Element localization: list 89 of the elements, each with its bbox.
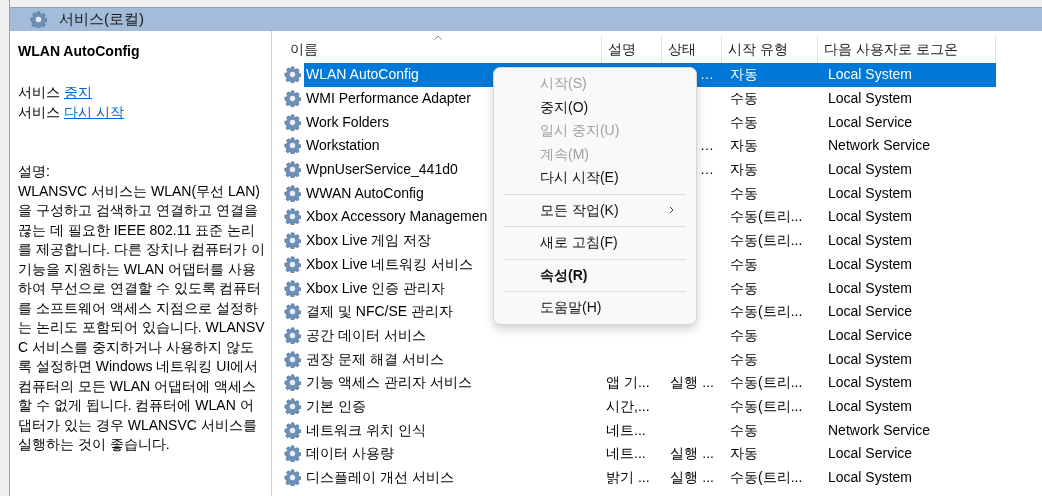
- startup-type-cell-text: 자동: [730, 160, 758, 180]
- menu-item[interactable]: 새로 고침(F): [498, 231, 692, 255]
- logon-cell-text: Local Service: [828, 302, 913, 322]
- gear-icon: [284, 445, 301, 463]
- gear-icon: [284, 232, 301, 250]
- startup-type-cell-text: 수동(트리...: [730, 468, 803, 488]
- service-name-cell[interactable]: 디스플레이 개선 서비스: [304, 465, 602, 490]
- description-cell-text: 시간,...: [606, 396, 650, 416]
- header-title: 서비스(로컬): [59, 9, 144, 30]
- action-label: 서비스: [18, 83, 60, 102]
- startup-type-cell-text: 수동(트리...: [730, 231, 803, 251]
- menu-item[interactable]: 다시 시작(E): [498, 166, 692, 190]
- startup-type-cell-text: 수동: [730, 89, 758, 109]
- startup-type-cell-text: 수동: [730, 278, 758, 298]
- startup-type-cell-text: 수동(트리...: [730, 396, 803, 416]
- description-cell-text: 네트...: [606, 444, 646, 464]
- service-name-cell[interactable]: 기능 액세스 관리자 서비스: [304, 370, 602, 395]
- logon-cell-text: Local Service: [828, 325, 913, 345]
- startup-type-cell-text: 수동(트리...: [730, 373, 803, 393]
- menu-item[interactable]: 모든 작업(K): [498, 198, 692, 222]
- logon-cell-text: Local System: [828, 207, 913, 227]
- action-label: 서비스: [18, 103, 60, 122]
- logon-cell-text: Network Service: [828, 136, 930, 156]
- status-cell-text: 실행 ...: [670, 468, 714, 488]
- logon-cell-text: Local System: [828, 65, 913, 85]
- gear-icon: [284, 326, 301, 344]
- startup-type-cell-text: 수동: [730, 254, 758, 274]
- service-name-cell[interactable]: 기본 인증: [304, 394, 602, 419]
- description-cell-text: 밝기 ...: [606, 468, 650, 488]
- logon-cell-text: Local System: [828, 373, 913, 393]
- sort-icon: [434, 35, 442, 40]
- service-name-cell[interactable]: 네트워크 위치 인식: [304, 418, 602, 442]
- gear-icon: [284, 374, 301, 392]
- startup-type-cell-text: 수동: [730, 349, 758, 369]
- logon-cell-text: Local System: [828, 468, 913, 488]
- gear-icon: [284, 113, 301, 131]
- menu-item[interactable]: 도움말(H): [498, 296, 692, 320]
- logon-cell-text: Network Service: [828, 420, 930, 440]
- status-cell-text: …: [700, 136, 714, 156]
- startup-type-cell-text: 자동: [730, 444, 758, 464]
- startup-type-cell-text: 수동(트리...: [730, 207, 803, 227]
- service-name-cell[interactable]: 권장 문제 해결 서비스: [304, 347, 602, 371]
- gear-icon: [284, 184, 301, 202]
- startup-type-cell-text: 수동: [730, 183, 758, 203]
- gear-icon: [284, 66, 301, 84]
- gear-icon: [284, 208, 301, 226]
- description-label: 설명:: [18, 162, 51, 181]
- description-text: WLANSVC 서비스는 WLAN(무선 LAN)을 구성하고 검색하고 연결하고 연결을 끊는 데 필요한 IEEE 802.11 표준 논리를 제공합니다. 다른 장치나 컴퓨터가 이 기능을 지원하는 WLAN 어댑터를 사용하여 무선으로 연결할 수 있도록 컴퓨터를 소프트웨어 액세스 지점으로 설정하는 논리도 포함되어 있습니다. WLANSVC 서비스를 중지하거나 사용하지 않도록 설정하면 Windows 네트워킹 UI에서 컴퓨터의 모든 WLAN 어댑터에 액세스할 수 없게 됩니다. 컴퓨터에 WLAN 어댑터가 있는 경우 WLANSVC 서비스를 실행하는 것이 좋습니다.: [18, 181, 267, 454]
- status-cell-text: …: [700, 65, 714, 85]
- logon-cell-text: Local Service: [828, 112, 913, 132]
- gear-icon: [284, 137, 301, 155]
- logon-cell-text: Local System: [828, 349, 913, 369]
- startup-type-cell-text: 자동: [730, 65, 758, 85]
- logon-cell-text: Local System: [828, 396, 913, 416]
- gear-icon: [284, 350, 301, 368]
- gear-icon: [284, 279, 301, 297]
- status-cell-text: 실행 ...: [670, 373, 714, 393]
- menu-item[interactable]: 중지(O): [498, 95, 692, 119]
- gear-icon: [284, 397, 301, 415]
- gear-icon: [284, 469, 301, 487]
- status-cell-text: 실행 ...: [670, 444, 714, 464]
- logon-cell-text: Local System: [828, 183, 913, 203]
- action-link[interactable]: 중지: [64, 82, 92, 102]
- logon-cell-text: Local System: [828, 89, 913, 109]
- gear-icon: [30, 11, 47, 28]
- menu-item[interactable]: 속성(R): [498, 263, 692, 287]
- startup-type-cell-text: 수동: [730, 420, 758, 440]
- gear-icon: [284, 161, 301, 179]
- logon-cell-text: Local System: [828, 160, 913, 180]
- gear-icon: [284, 303, 301, 321]
- description-cell-text: 앱 기...: [606, 373, 650, 393]
- logon-cell-text: Local System: [828, 254, 913, 274]
- startup-type-cell-text: 수동: [730, 325, 758, 345]
- service-name-cell[interactable]: 공간 데이터 서비스: [304, 323, 602, 348]
- status-cell-text: …: [700, 160, 714, 180]
- service-name: WLAN AutoConfig: [18, 42, 141, 61]
- chevron-icon: [669, 206, 674, 215]
- service-name-cell[interactable]: 데이터 사용량: [304, 442, 602, 466]
- gear-icon: [284, 421, 301, 439]
- gear-icon: [284, 255, 301, 273]
- action-link[interactable]: 다시 시작: [64, 102, 124, 122]
- description-cell-text: 네트...: [606, 420, 646, 440]
- startup-type-cell-text: 수동(트리...: [730, 302, 803, 322]
- logon-cell-text: Local System: [828, 278, 913, 298]
- startup-type-cell-text: 자동: [730, 136, 758, 156]
- startup-type-cell-text: 수동: [730, 112, 758, 132]
- gear-icon: [284, 90, 301, 108]
- logon-cell-text: Local Service: [828, 444, 913, 464]
- logon-cell-text: Local System: [828, 231, 913, 251]
